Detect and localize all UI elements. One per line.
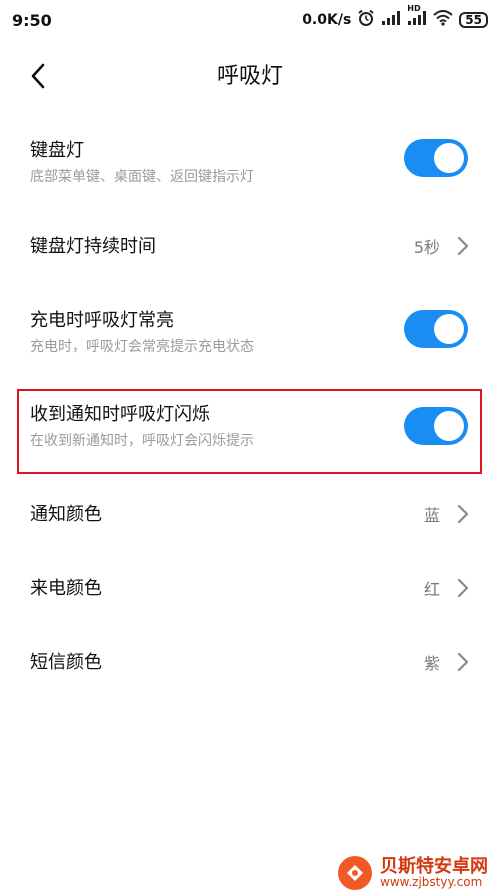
chevron-right-icon xyxy=(457,504,469,524)
watermark-logo-icon xyxy=(338,856,372,890)
toggle-knob xyxy=(434,143,464,173)
row-title: 来电颜色 xyxy=(30,578,102,599)
hd-label: HD xyxy=(407,4,421,13)
row-value: 蓝 xyxy=(423,506,440,525)
row-title: 收到通知时呼吸灯闪烁 xyxy=(30,404,210,425)
net-speed: 0.0K/s xyxy=(302,12,352,28)
row-value: 紫 xyxy=(423,654,440,673)
signal-hd-icon: HD xyxy=(407,4,427,30)
keyboard-light-toggle[interactable] xyxy=(404,139,468,177)
watermark-text: 贝斯特安卓网 www.zjbstyy.com xyxy=(380,855,488,890)
row-description: 在收到新通知时，呼吸灯会闪烁提示 xyxy=(30,433,254,449)
watermark: 贝斯特安卓网 www.zjbstyy.com xyxy=(338,856,488,890)
wifi-icon xyxy=(433,10,453,30)
row-value: 5秒 xyxy=(413,238,440,257)
row-value: 红 xyxy=(423,580,440,599)
row-title: 通知颜色 xyxy=(30,504,102,525)
app-bar: 呼吸灯 xyxy=(0,40,500,110)
chevron-right-icon xyxy=(457,236,469,256)
status-icons: 0.0K/s HD 55 xyxy=(302,4,488,31)
row-title: 充电时呼吸灯常亮 xyxy=(30,310,174,331)
setting-call-color[interactable]: 来电颜色 红 xyxy=(0,550,500,624)
setting-keyboard-light[interactable]: 键盘灯 底部菜单键、桌面键、返回键指示灯 xyxy=(0,120,500,206)
row-title: 短信颜色 xyxy=(30,652,102,673)
toggle-knob xyxy=(434,411,464,441)
setting-notification-blink[interactable]: 收到通知时呼吸灯闪烁 在收到新通知时，呼吸灯会闪烁提示 xyxy=(0,390,500,474)
chevron-right-icon xyxy=(457,578,469,598)
setting-charging-light[interactable]: 充电时呼吸灯常亮 充电时，呼吸灯会常亮提示充电状态 xyxy=(0,282,500,382)
setting-notification-color[interactable]: 通知颜色 蓝 xyxy=(0,474,500,550)
signal-icon xyxy=(381,10,401,30)
status-time: 9:50 xyxy=(12,10,52,30)
status-bar: 9:50 0.0K/s HD 55 xyxy=(0,0,500,40)
row-description: 充电时，呼吸灯会常亮提示充电状态 xyxy=(30,339,254,355)
battery-icon: 55 xyxy=(459,12,488,28)
chevron-right-icon xyxy=(457,652,469,672)
watermark-url: www.zjbstyy.com xyxy=(380,875,483,890)
setting-sms-color[interactable]: 短信颜色 紫 xyxy=(0,624,500,700)
page-title: 呼吸灯 xyxy=(216,64,283,89)
notification-blink-toggle[interactable] xyxy=(404,407,468,445)
setting-keyboard-light-duration[interactable]: 键盘灯持续时间 5秒 xyxy=(0,206,500,282)
row-title: 键盘灯 xyxy=(30,140,84,161)
watermark-name: 贝斯特安卓网 xyxy=(380,855,488,877)
row-description: 底部菜单键、桌面键、返回键指示灯 xyxy=(30,169,254,185)
row-title: 键盘灯持续时间 xyxy=(30,236,156,257)
alarm-icon xyxy=(357,9,375,31)
charging-light-toggle[interactable] xyxy=(404,310,468,348)
toggle-knob xyxy=(434,314,464,344)
